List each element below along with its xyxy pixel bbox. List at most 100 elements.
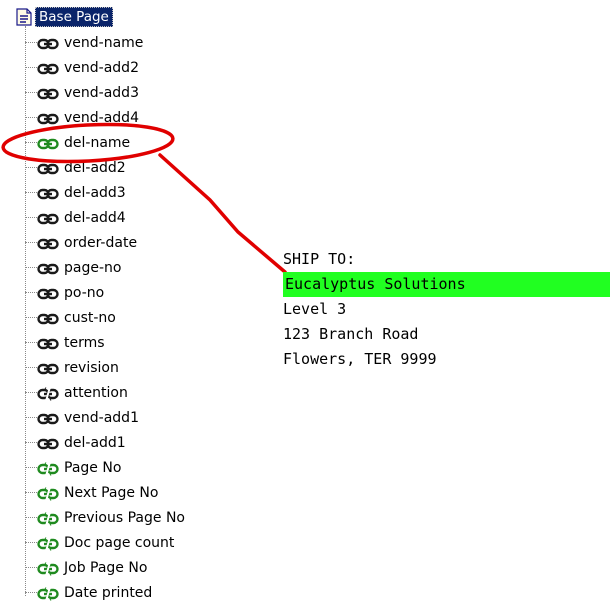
link-icon xyxy=(37,286,59,300)
tree-branch-line xyxy=(25,92,37,93)
tree-branch-line xyxy=(25,542,37,543)
tree-branch-line xyxy=(25,42,37,43)
tree-branch-line xyxy=(25,367,37,368)
link-icon xyxy=(37,36,59,50)
link-icon xyxy=(37,311,59,325)
tree-branch-line xyxy=(25,317,37,318)
tree-branch-line xyxy=(25,492,37,493)
broken-link-icon xyxy=(37,561,59,576)
broken-link-icon xyxy=(37,511,59,526)
broken-link-icon xyxy=(37,586,59,601)
tree-item-label: del-add1 xyxy=(64,434,126,451)
tree-item-label: del-name xyxy=(64,134,131,151)
tree-branch-line xyxy=(25,467,37,468)
tree-item[interactable]: cust-no xyxy=(25,305,116,330)
tree-item[interactable]: Job Page No xyxy=(25,555,147,580)
link-icon xyxy=(37,86,59,100)
tree-branch-line xyxy=(25,217,37,218)
broken-link-icon xyxy=(37,461,59,476)
tree-item-label: del-add3 xyxy=(64,184,126,201)
tree-branch-line xyxy=(25,392,37,393)
tree-item-label: attention xyxy=(64,384,128,401)
tree-item-label: Date printed xyxy=(64,584,153,601)
tree-branch-line xyxy=(25,442,37,443)
link-icon xyxy=(37,411,59,425)
field-tree: Base Page vend-name vend-add2 vend-add3 ven… xyxy=(0,0,260,604)
tree-item-label: revision xyxy=(64,359,119,376)
tree-item[interactable]: Doc page count xyxy=(25,530,174,555)
tree-branch-line xyxy=(25,292,37,293)
tree-item[interactable]: del-add2 xyxy=(25,155,126,180)
tree-item[interactable]: vend-add3 xyxy=(25,80,139,105)
tree-item-label: vend-add1 xyxy=(64,409,139,426)
tree-item-label: del-add2 xyxy=(64,159,126,176)
link-icon xyxy=(37,136,59,150)
address-line: SHIP TO: xyxy=(283,250,356,268)
tree-item[interactable]: vend-add4 xyxy=(25,105,139,130)
tree-item-label: Doc page count xyxy=(64,534,175,551)
tree-root-label[interactable]: Base Page xyxy=(35,7,113,27)
tree-branch-line xyxy=(25,192,37,193)
tree-item[interactable]: Page No xyxy=(25,455,121,480)
tree-item[interactable]: Date printed xyxy=(25,580,152,605)
tree-branch-line xyxy=(25,67,37,68)
link-icon xyxy=(37,211,59,225)
tree-item[interactable]: Next Page No xyxy=(25,480,158,505)
tree-item[interactable]: del-add4 xyxy=(25,205,126,230)
link-icon xyxy=(37,186,59,200)
tree-branch-line xyxy=(25,342,37,343)
tree-item[interactable]: revision xyxy=(25,355,119,380)
address-line: Level 3 xyxy=(283,300,347,318)
tree-item[interactable]: order-date xyxy=(25,230,137,255)
tree-item[interactable]: vend-add2 xyxy=(25,55,139,80)
tree-item-label: vend-add2 xyxy=(64,59,139,76)
address-line: Flowers, TER 9999 xyxy=(283,350,437,368)
tree-item[interactable]: vend-name xyxy=(25,30,143,55)
tree-item[interactable]: page-no xyxy=(25,255,121,280)
address-line-highlighted: Eucalyptus Solutions xyxy=(283,272,610,297)
tree-item[interactable]: del-add3 xyxy=(25,180,126,205)
page-icon xyxy=(16,8,32,26)
tree-item-label: terms xyxy=(64,334,105,351)
tree-branch-line xyxy=(25,142,37,143)
link-icon xyxy=(37,261,59,275)
tree-item[interactable]: attention xyxy=(25,380,128,405)
tree-item-label: vend-name xyxy=(64,34,144,51)
tree-item[interactable]: del-add1 xyxy=(25,430,126,455)
tree-item[interactable]: del-name xyxy=(25,130,130,155)
tree-branch-line xyxy=(25,167,37,168)
tree-item-label: cust-no xyxy=(64,309,116,326)
tree-item[interactable]: Previous Page No xyxy=(25,505,185,530)
link-icon xyxy=(37,336,59,350)
tree-item-label: del-add4 xyxy=(64,209,126,226)
tree-branch-line xyxy=(25,567,37,568)
tree-branch-line xyxy=(25,517,37,518)
tree-item[interactable]: po-no xyxy=(25,280,104,305)
tree-item[interactable]: terms xyxy=(25,330,105,355)
tree-branch-line xyxy=(25,267,37,268)
broken-link-icon xyxy=(37,386,59,401)
address-line: 123 Branch Road xyxy=(283,325,419,343)
tree-branch-line xyxy=(25,117,37,118)
tree-item-label: Previous Page No xyxy=(64,509,185,526)
broken-link-icon xyxy=(37,486,59,501)
tree-branch-line xyxy=(25,242,37,243)
link-icon xyxy=(37,436,59,450)
tree-item-label: Page No xyxy=(64,459,122,476)
tree-item-label: order-date xyxy=(64,234,138,251)
tree-branch-line xyxy=(25,592,37,593)
ship-to-address: SHIP TO: Eucalyptus Solutions Level 3 123 B… xyxy=(283,247,610,372)
tree-item-label: Next Page No xyxy=(64,484,159,501)
tree-root[interactable]: Base Page xyxy=(16,7,113,27)
broken-link-icon xyxy=(37,536,59,551)
link-icon xyxy=(37,361,59,375)
tree-item-label: page-no xyxy=(64,259,122,276)
tree-item-label: vend-add4 xyxy=(64,109,139,126)
link-icon xyxy=(37,61,59,75)
link-icon xyxy=(37,161,59,175)
link-icon xyxy=(37,111,59,125)
tree-item[interactable]: vend-add1 xyxy=(25,405,139,430)
link-icon xyxy=(37,236,59,250)
tree-item-label: po-no xyxy=(64,284,105,301)
tree-item-label: vend-add3 xyxy=(64,84,139,101)
